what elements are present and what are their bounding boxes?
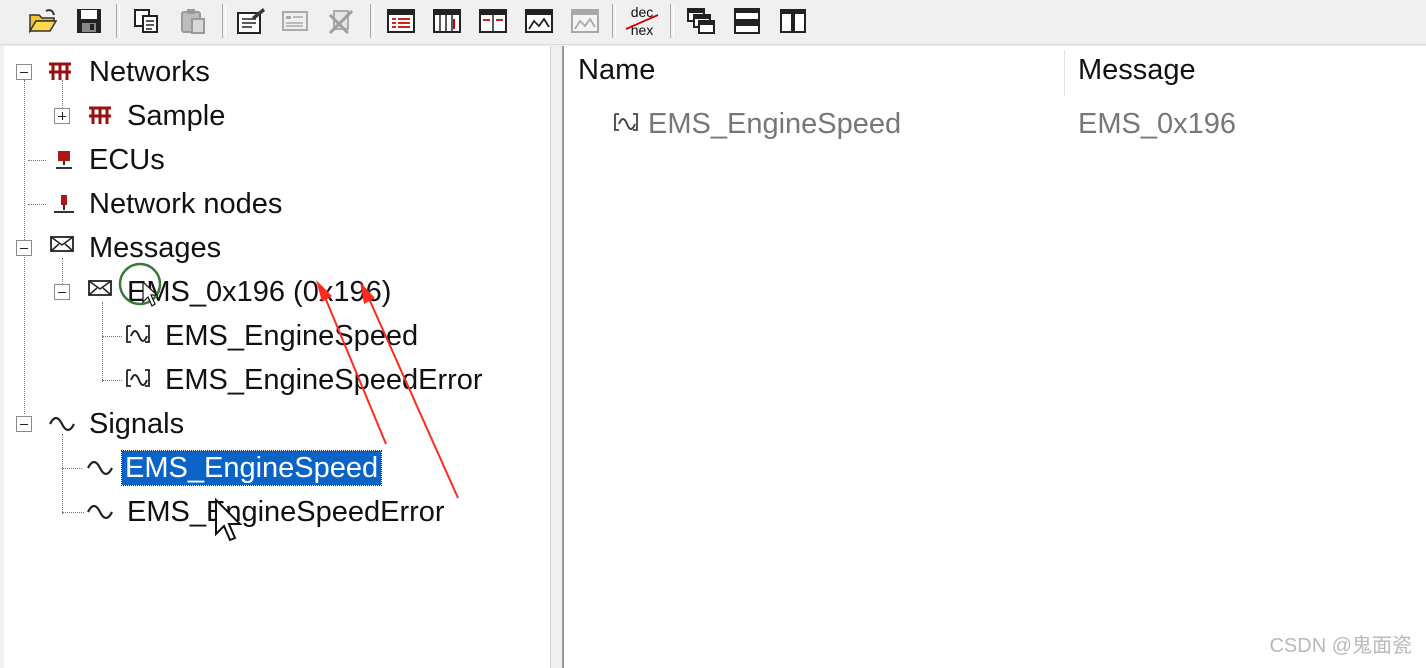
tree-label-network-nodes: Network nodes	[89, 188, 283, 220]
network-icon	[46, 60, 74, 84]
save-icon[interactable]	[72, 4, 106, 38]
copy-icon[interactable]	[130, 4, 164, 38]
open-icon[interactable]	[26, 4, 60, 38]
network-node-icon	[50, 192, 78, 216]
mapped-signal-icon	[124, 322, 152, 346]
tree-label-signal-2: EMS_EngineSpeedError	[127, 496, 445, 528]
tree-node-signal-engine-speed-error[interactable]: EMS_EngineSpeedError	[124, 490, 448, 534]
tree-label-networks: Networks	[89, 56, 210, 88]
pane-splitter[interactable]	[551, 46, 561, 668]
properties-icon[interactable]	[278, 4, 312, 38]
table-view-1-icon[interactable]	[384, 4, 418, 38]
delete-icon[interactable]	[324, 4, 358, 38]
tree-label-sample: Sample	[127, 100, 226, 132]
list-row[interactable]: EMS_EngineSpeed EMS_0x196	[564, 104, 1426, 148]
dec-hex-icon[interactable]: dec hex	[622, 4, 662, 38]
column-divider[interactable]	[1064, 50, 1065, 96]
list-view[interactable]: Name Message EMS_EngineSpeed EMS_0x196	[562, 46, 1426, 668]
edit-icon[interactable]	[234, 4, 268, 38]
tree-node-message-signal-engine-speed[interactable]: EMS_EngineSpeed	[162, 314, 421, 358]
tree-node-network-nodes[interactable]: Network nodes	[86, 182, 285, 226]
signal-wave-icon	[48, 410, 76, 434]
toolbar: dec hex	[0, 0, 1426, 45]
table-view-3-icon[interactable]	[476, 4, 510, 38]
tree-node-messages[interactable]: Messages	[86, 226, 224, 270]
tree-view[interactable]: Networks Sample ECUs Network nodes Messa…	[4, 46, 551, 668]
column-header-message[interactable]: Message	[1078, 54, 1196, 87]
mapped-signal-icon	[612, 110, 640, 134]
networks-collapse-toggle[interactable]	[16, 64, 32, 80]
cell-message: EMS_0x196	[1078, 108, 1236, 140]
cascade-windows-icon[interactable]	[684, 4, 718, 38]
tree-label-message: EMS_0x196 (0x196)	[127, 276, 392, 308]
list-header: Name Message	[564, 46, 1426, 98]
mapped-signal-icon	[124, 366, 152, 390]
tree-label-messages: Messages	[89, 232, 222, 264]
tree-label-ecus: ECUs	[89, 144, 165, 176]
chart-view-icon[interactable]	[522, 4, 556, 38]
messages-collapse-toggle[interactable]	[16, 240, 32, 256]
watermark: CSDN @鬼面瓷	[1269, 635, 1412, 657]
network-icon	[86, 104, 114, 128]
column-header-name[interactable]: Name	[578, 54, 655, 87]
tree-label-msg-signal-1: EMS_EngineSpeed	[165, 320, 419, 352]
tree-node-sample[interactable]: Sample	[124, 94, 228, 138]
tile-horizontal-icon[interactable]	[730, 4, 764, 38]
tree-node-message-signal-engine-speed-error[interactable]: EMS_EngineSpeedError	[162, 358, 486, 402]
envelope-icon	[48, 232, 76, 256]
tree-node-signal-engine-speed-selected[interactable]: EMS_EngineSpeed	[120, 446, 383, 490]
table-view-2-icon[interactable]	[430, 4, 464, 38]
tree-node-message-ems-0x196[interactable]: EMS_0x196 (0x196)	[124, 270, 394, 314]
tree-label-msg-signal-2: EMS_EngineSpeedError	[165, 364, 483, 396]
tile-vertical-icon[interactable]	[776, 4, 810, 38]
tree-label-signal-1: EMS_EngineSpeed	[120, 450, 383, 486]
signal-wave-icon	[86, 498, 114, 522]
tree-node-ecus[interactable]: ECUs	[86, 138, 168, 182]
paste-icon[interactable]	[176, 4, 210, 38]
tree-node-signals[interactable]: Signals	[86, 402, 187, 446]
cell-name: EMS_EngineSpeed	[648, 108, 902, 140]
tree-node-networks[interactable]: Networks	[86, 50, 213, 94]
tree-label-signals: Signals	[89, 408, 185, 440]
sample-expand-toggle[interactable]	[54, 108, 70, 124]
hex-label: hex	[631, 22, 654, 38]
chart-view-disabled-icon[interactable]	[568, 4, 602, 38]
message-collapse-toggle[interactable]	[54, 284, 70, 300]
signal-wave-icon	[86, 454, 114, 478]
signals-collapse-toggle[interactable]	[16, 416, 32, 432]
envelope-icon	[86, 276, 114, 300]
ecu-icon	[50, 148, 78, 172]
